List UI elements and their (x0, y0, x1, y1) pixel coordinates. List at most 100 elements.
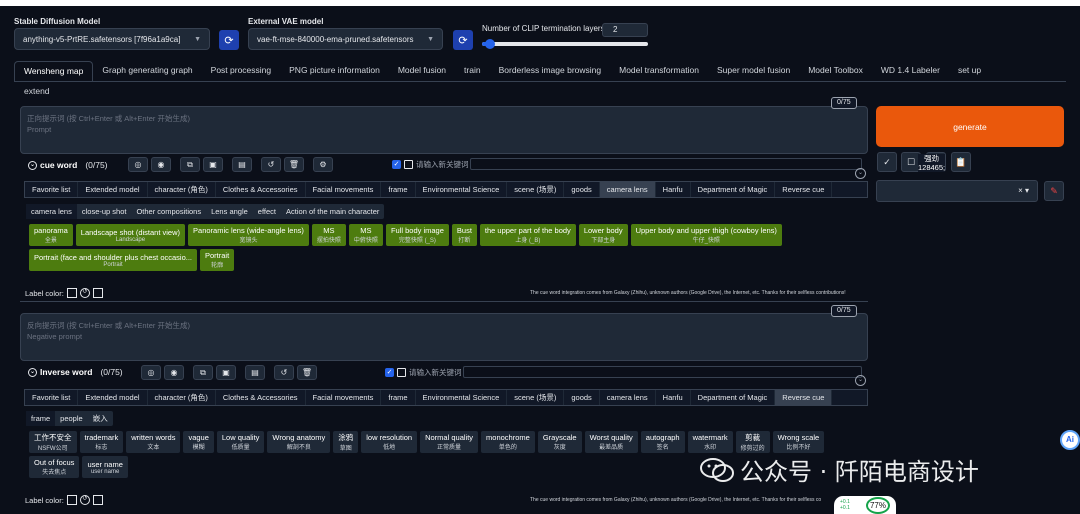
keyword-tag[interactable]: Worst quality 最差品质 (584, 431, 638, 453)
trash-icon[interactable]: 🗑 (297, 365, 317, 380)
styles-dropdown[interactable]: × ▾ (876, 180, 1038, 202)
keyword-tag[interactable]: Grayscale 灰度 (537, 431, 582, 453)
subcategory-tab[interactable]: effect (253, 204, 281, 219)
keyword-tag[interactable]: Full body image 完整快照 (_S) (385, 224, 449, 246)
clip-slider-handle[interactable] (485, 39, 496, 49)
reset-icon[interactable]: ↺ (79, 495, 90, 505)
color-swatch[interactable] (66, 288, 77, 298)
category-tab[interactable]: Hanfu (656, 182, 691, 197)
inverse-word-title[interactable]: ⌄ Inverse word (0/75) (28, 367, 123, 377)
collapse-icon[interactable]: ⌄ (855, 168, 866, 179)
category-tab[interactable]: Environmental Science (416, 390, 508, 405)
category-tab[interactable]: Reverse cue (775, 390, 833, 405)
category-tab[interactable]: scene (场景) (507, 390, 565, 405)
copy-icon[interactable]: ⧉ (180, 157, 200, 172)
keyword-tag[interactable]: autograph 签名 (640, 431, 685, 453)
paste-icon[interactable]: ▣ (216, 365, 236, 380)
settings-icon[interactable]: ◉ (151, 157, 171, 172)
category-tab[interactable]: Facial movements (306, 182, 382, 197)
translate-icon[interactable]: ⚙ (313, 157, 333, 172)
category-tab[interactable]: character (角色) (148, 390, 216, 405)
keyword-tag[interactable]: the upper part of the body 上身 (_B) (479, 224, 576, 246)
keyword-tag[interactable]: trademark 标志 (79, 431, 124, 453)
tab-1[interactable]: Graph generating graph (93, 61, 201, 81)
subcategory-tab[interactable]: Other compositions (131, 204, 206, 219)
prompt-textarea[interactable]: 正向提示词 (按 Ctrl+Enter 或 Alt+Enter 开始生成) Pr… (20, 106, 868, 154)
vae-dropdown[interactable]: vae-ft-mse-840000-ema-pruned.safetensors… (248, 28, 443, 50)
keyword-tag[interactable]: MS 摆拍快照 (311, 224, 346, 246)
subcategory-tab[interactable]: Action of the main character (281, 204, 384, 219)
tab-11[interactable]: set up (949, 61, 990, 81)
image-icon[interactable]: ▤ (245, 365, 265, 380)
category-tab[interactable]: Hanfu (656, 390, 691, 405)
tab-10[interactable]: WD 1.4 Labeler (872, 61, 949, 81)
keyword-tag[interactable]: Lower body 下部主身 (578, 224, 628, 246)
category-tab[interactable]: frame (381, 390, 416, 405)
tab-4[interactable]: Model fusion (389, 61, 455, 81)
globe-icon[interactable]: ◎ (128, 157, 148, 172)
reset-icon[interactable]: ↺ (79, 288, 90, 298)
subcategory-tab[interactable]: camera lens (26, 204, 77, 219)
keyword-tag[interactable]: Bust 打断 (451, 224, 477, 246)
category-tab[interactable]: goods (564, 182, 600, 197)
subcategory-tab[interactable]: people (55, 411, 88, 426)
category-tab[interactable]: Department of Magic (691, 182, 776, 197)
refresh-vae-button[interactable]: ⟳ (453, 30, 473, 50)
checkbox-checked[interactable]: ✓ (385, 368, 394, 377)
tab-5[interactable]: train (455, 61, 490, 81)
tab-7[interactable]: Model transformation (610, 61, 708, 81)
globe-icon[interactable]: ◎ (141, 365, 161, 380)
clipboard-icon[interactable] (92, 495, 103, 505)
category-tab[interactable]: scene (场景) (507, 182, 565, 197)
keyword-tag[interactable]: 涂鸦 草图 (333, 431, 359, 453)
tab-6[interactable]: Borderless image browsing (490, 61, 611, 81)
collapse-icon[interactable]: ⌄ (855, 375, 866, 386)
keyword-tag[interactable]: Panoramic lens (wide-angle lens) 宽镜头 (188, 224, 309, 246)
subcategory-tab[interactable]: close-up shot (77, 204, 132, 219)
tab-9[interactable]: Model Toolbox (799, 61, 872, 81)
category-tab[interactable]: Clothes & Accessories (216, 390, 306, 405)
clip-number-input[interactable]: 2 (602, 23, 648, 37)
category-tab[interactable]: Favorite list (25, 182, 79, 197)
cue-word-title[interactable]: ⌄ cue word (0/75) (28, 160, 108, 170)
category-tab[interactable]: camera lens (600, 390, 656, 405)
color-swatch[interactable] (66, 495, 77, 505)
brush-button[interactable]: ✎ (1044, 181, 1064, 201)
keyword-tag[interactable]: Portrait (face and shoulder plus chest o… (29, 249, 197, 271)
negative-new-keyword-placeholder[interactable]: 请输入新关键词 (409, 367, 462, 378)
category-tab[interactable]: Environmental Science (416, 182, 508, 197)
paste-icon[interactable]: ▣ (203, 157, 223, 172)
keyword-tag[interactable]: watermark 水印 (687, 431, 733, 453)
checkbox-unchecked[interactable] (397, 368, 406, 377)
copy-icon[interactable]: ⧉ (193, 365, 213, 380)
generate-button[interactable]: generate (876, 106, 1064, 147)
checkbox-checked[interactable]: ✓ (392, 160, 401, 169)
clipboard-button[interactable]: 📋 (951, 152, 971, 172)
check-button[interactable]: ✓ (877, 152, 897, 172)
undo-icon[interactable]: ↺ (274, 365, 294, 380)
negative-new-keyword-input[interactable] (463, 366, 862, 378)
keyword-tag[interactable]: Portrait 轮廓 (200, 249, 235, 271)
category-tab[interactable]: frame (381, 182, 416, 197)
keyword-tag[interactable]: Wrong scale 比例不好 (772, 431, 825, 453)
trash-icon[interactable]: 🗑 (284, 157, 304, 172)
category-tab[interactable]: Favorite list (25, 390, 79, 405)
keyword-tag[interactable]: 剪裁 修剪过的 (735, 431, 770, 453)
clear-x-icon[interactable]: × ▾ (1018, 186, 1029, 195)
subcategory-tab[interactable]: frame (26, 411, 56, 426)
keyword-tag[interactable]: user name user name (82, 456, 128, 478)
tab-0[interactable]: Wensheng map (14, 61, 94, 81)
subcategory-tab[interactable]: 嵌入 (88, 411, 113, 426)
clipboard-icon[interactable] (92, 288, 103, 298)
category-tab[interactable]: Facial movements (306, 390, 382, 405)
ai-assistant-icon[interactable]: Ai (1060, 430, 1080, 450)
keyword-tag[interactable]: written words 文本 (126, 431, 181, 453)
tab-extend[interactable]: extend (24, 86, 50, 96)
clip-slider[interactable] (482, 39, 648, 49)
refresh-sd-model-button[interactable]: ⟳ (219, 30, 239, 50)
negative-prompt-textarea[interactable]: 反向提示词 (按 Ctrl+Enter 或 Alt+Enter 开始生成) Ne… (20, 313, 868, 361)
category-tab[interactable]: character (角色) (148, 182, 216, 197)
keyword-tag[interactable]: 工作不安全 NSFW公司 (29, 431, 77, 453)
tab-8[interactable]: Super model fusion (708, 61, 799, 81)
keyword-tag[interactable]: low resolution 低地 (361, 431, 418, 453)
